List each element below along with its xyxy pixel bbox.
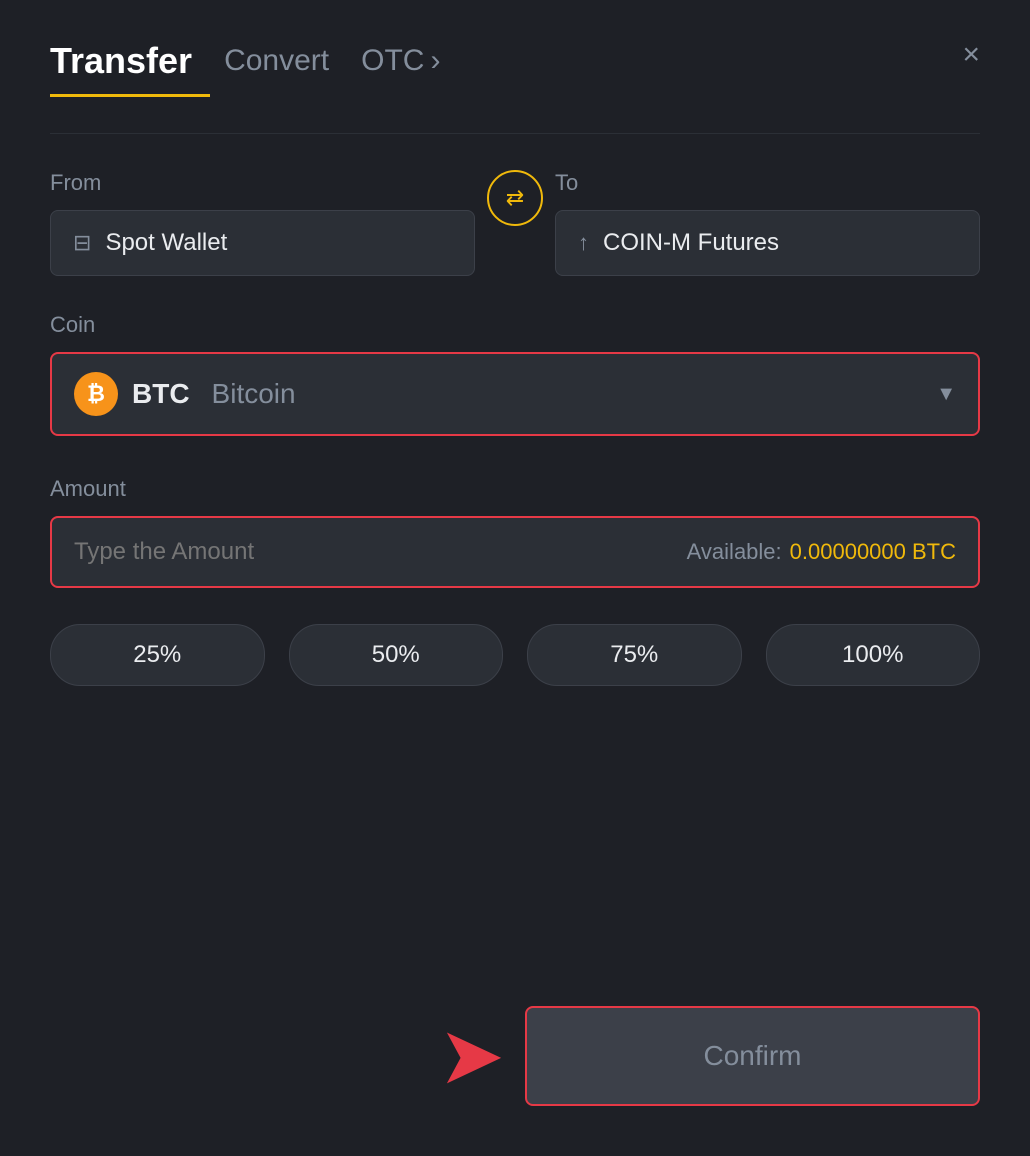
btc-icon: ₿ xyxy=(74,372,118,416)
coin-dropdown-icon: ▼ xyxy=(936,383,956,406)
btc-icon-char: ₿ xyxy=(87,381,105,407)
coin-fullname: Bitcoin xyxy=(212,378,296,410)
from-wallet-name: Spot Wallet xyxy=(105,229,227,257)
tab-transfer[interactable]: Transfer xyxy=(50,40,192,82)
confirm-button[interactable]: Confirm xyxy=(525,1006,980,1106)
futures-icon: ↑ xyxy=(578,230,589,256)
to-wallet-selector[interactable]: ↑ COIN-M Futures xyxy=(555,210,980,276)
to-section: To ↑ COIN-M Futures xyxy=(555,170,980,276)
pct-75-button[interactable]: 75% xyxy=(527,624,742,686)
pct-25-button[interactable]: 25% xyxy=(50,624,265,686)
confirm-button-wrapper: Confirm xyxy=(525,1006,980,1106)
tab-otc[interactable]: OTC › xyxy=(361,44,440,78)
swap-button-container: ⇄ xyxy=(475,170,555,234)
coin-selector[interactable]: ₿ BTC Bitcoin ▼ xyxy=(50,352,980,436)
to-label: To xyxy=(555,170,980,196)
available-info: Available: 0.00000000 BTC xyxy=(687,539,956,565)
otc-label: OTC xyxy=(361,44,424,78)
swap-button[interactable]: ⇄ xyxy=(487,170,543,226)
to-wallet-name: COIN-M Futures xyxy=(603,229,779,257)
arrow-container: ➤ xyxy=(50,1016,525,1096)
tab-convert[interactable]: Convert xyxy=(224,44,329,78)
percentage-row: 25% 50% 75% 100% xyxy=(50,624,980,686)
swap-icon: ⇄ xyxy=(506,185,524,211)
otc-arrow-icon: › xyxy=(430,44,440,78)
pct-50-button[interactable]: 50% xyxy=(289,624,504,686)
close-button[interactable]: × xyxy=(962,40,980,70)
pointer-arrow-icon: ➤ xyxy=(438,1016,505,1096)
amount-input-wrapper: Available: 0.00000000 BTC xyxy=(50,516,980,588)
amount-input[interactable] xyxy=(74,538,515,566)
from-section: From ⊟ Spot Wallet xyxy=(50,170,475,276)
modal-header: Transfer Convert OTC › × xyxy=(50,40,980,82)
pct-100-button[interactable]: 100% xyxy=(766,624,981,686)
transfer-modal: Transfer Convert OTC › × From ⊟ Spot Wal… xyxy=(0,0,1030,1156)
from-label: From xyxy=(50,170,475,196)
coin-section: Coin ₿ BTC Bitcoin ▼ xyxy=(50,312,980,436)
header-divider xyxy=(50,133,980,134)
available-value: 0.00000000 BTC xyxy=(790,539,956,565)
amount-section: Amount Available: 0.00000000 BTC xyxy=(50,476,980,588)
from-to-row: From ⊟ Spot Wallet ⇄ To ↑ COIN-M Futures xyxy=(50,170,980,276)
bottom-row: ➤ Confirm xyxy=(50,986,980,1106)
from-wallet-selector[interactable]: ⊟ Spot Wallet xyxy=(50,210,475,276)
coin-label: Coin xyxy=(50,312,980,338)
available-label: Available: xyxy=(687,539,782,565)
wallet-card-icon: ⊟ xyxy=(73,230,91,256)
coin-select-inner: ₿ BTC Bitcoin xyxy=(74,372,922,416)
active-tab-underline xyxy=(50,94,210,97)
coin-symbol: BTC xyxy=(132,378,190,410)
amount-label: Amount xyxy=(50,476,980,502)
